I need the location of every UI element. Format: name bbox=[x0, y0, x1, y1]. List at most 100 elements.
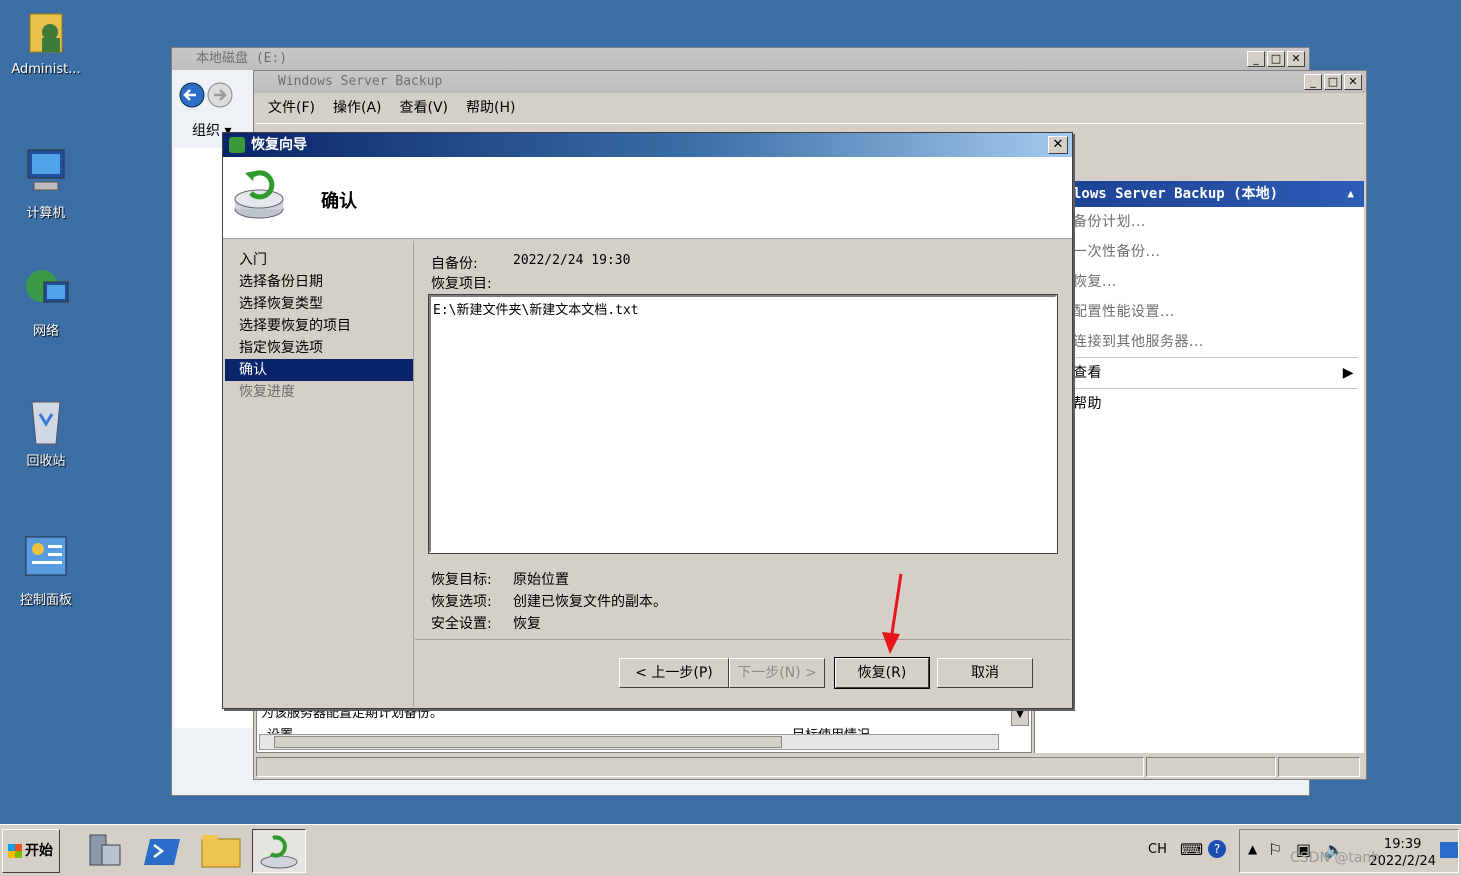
wsb-title-bar[interactable]: Windows Server Backup _ □ ✕ bbox=[254, 71, 1366, 93]
task-server-manager[interactable] bbox=[78, 829, 132, 873]
backup-icon bbox=[260, 835, 298, 869]
target-row: 恢复目标: 原始位置 bbox=[431, 569, 569, 589]
recovery-wizard-dialog[interactable]: 恢复向导 ✕ 确认 入门 选择备份日期 选择恢复类型 选择要恢复的项目 指定恢复… bbox=[222, 132, 1073, 709]
action-recover[interactable]: 恢复... bbox=[1073, 267, 1364, 297]
nav-buttons bbox=[176, 80, 248, 114]
wizard-steps: 入门 选择备份日期 选择恢复类型 选择要恢复的项目 指定恢复选项 确认 恢复进度 bbox=[225, 241, 414, 707]
step-recovery-options: 指定恢复选项 bbox=[239, 340, 323, 356]
options-label: 恢复选项: bbox=[431, 594, 492, 610]
help-icon[interactable]: ? bbox=[1208, 840, 1226, 858]
folder-icon bbox=[201, 835, 241, 868]
recovery-items-list[interactable]: E:\新建文件夹\新建文本文档.txt bbox=[428, 294, 1058, 554]
minimize-button[interactable]: _ bbox=[1247, 51, 1265, 67]
actions-pane: lows Server Backup (本地) ▲ 备份计划... 一次性备份..… bbox=[1034, 181, 1364, 753]
powershell-icon bbox=[144, 839, 180, 865]
menu-view[interactable]: 查看(V) bbox=[400, 95, 449, 121]
action-view[interactable]: 查看 ▶ bbox=[1073, 358, 1364, 388]
security-label: 安全设置: bbox=[431, 616, 492, 632]
next-button[interactable]: 下一步(N) > bbox=[729, 658, 825, 688]
actions-header[interactable]: lows Server Backup (本地) ▲ bbox=[1035, 181, 1364, 207]
menu-file[interactable]: 文件(F) bbox=[268, 95, 315, 121]
menu-action[interactable]: 操作(A) bbox=[333, 95, 382, 121]
status-bar bbox=[256, 757, 1364, 779]
watermark: CSDN @tanh bbox=[1290, 850, 1381, 866]
menu-help[interactable]: 帮助(H) bbox=[466, 95, 515, 121]
wsb-menubar: 文件(F) 操作(A) 查看(V) 帮助(H) bbox=[254, 95, 1366, 121]
taskbar: 开始 CH ⌨ ? ▲ ⚐ ▣ 🔈 19:39 2022/2/24 bbox=[0, 824, 1461, 876]
user-folder-icon bbox=[20, 6, 72, 58]
items-label: 恢复项目: bbox=[431, 276, 492, 292]
desktop-icon-administrator[interactable]: Administ... bbox=[0, 6, 92, 77]
items-row: 恢复项目: bbox=[431, 273, 492, 293]
network-icon bbox=[20, 264, 72, 316]
task-powershell[interactable] bbox=[136, 829, 190, 873]
desktop-icon-label: 网络 bbox=[32, 324, 59, 339]
desktop-icon-computer[interactable]: 计算机 bbox=[0, 146, 92, 221]
minimize-button[interactable]: _ bbox=[1304, 74, 1322, 90]
step-progress: 恢复进度 bbox=[239, 384, 295, 400]
step-select-date: 选择备份日期 bbox=[239, 274, 323, 290]
action-backup-schedule[interactable]: 备份计划... bbox=[1073, 207, 1364, 237]
computer-icon bbox=[20, 146, 72, 198]
backup-drive-icon bbox=[234, 170, 284, 219]
wsb-summary-pane: 为该服务器配置定期计划备份。 设置 目标使用情况 ▼ bbox=[256, 707, 1032, 753]
target-value: 原始位置 bbox=[513, 572, 569, 588]
backup-value: 2022/2/24 19:30 bbox=[513, 253, 631, 268]
list-item[interactable]: E:\新建文件夹\新建文本文档.txt bbox=[433, 299, 1053, 318]
action-center-flag-icon[interactable]: ⚐ bbox=[1268, 840, 1282, 859]
task-windows-server-backup[interactable] bbox=[252, 829, 306, 873]
desktop-icon-label: 计算机 bbox=[26, 206, 66, 221]
collapse-icon: ▲ bbox=[1347, 187, 1354, 200]
horizontal-scrollbar[interactable] bbox=[259, 734, 999, 750]
close-button[interactable]: ✕ bbox=[1344, 74, 1362, 90]
server-manager-icon bbox=[89, 834, 121, 866]
action-help[interactable]: 帮助 bbox=[1073, 389, 1364, 419]
show-hidden-icons-icon[interactable]: ▲ bbox=[1248, 842, 1257, 856]
security-row: 安全设置: 恢复 bbox=[431, 613, 541, 633]
action-configure-performance[interactable]: 配置性能设置... bbox=[1073, 297, 1364, 327]
annotation-arrow-icon bbox=[882, 573, 903, 654]
schedule-hint: 为该服务器配置定期计划备份。 bbox=[261, 707, 444, 721]
desktop-icon-label: Administ... bbox=[11, 62, 81, 77]
wizard-banner: 确认 bbox=[223, 157, 1072, 239]
action-backup-once[interactable]: 一次性备份... bbox=[1073, 237, 1364, 267]
wizard-title-bar[interactable]: 恢复向导 ✕ bbox=[223, 133, 1072, 157]
windows-logo-icon bbox=[8, 844, 22, 858]
action-connect-server[interactable]: 连接到其他服务器... bbox=[1073, 327, 1364, 357]
options-value: 创建已恢复文件的副本。 bbox=[513, 594, 667, 610]
control-panel-icon bbox=[20, 533, 72, 585]
explorer-title: 本地磁盘 (E:) bbox=[196, 51, 288, 66]
maximize-button[interactable]: □ bbox=[1324, 74, 1342, 90]
recycle-bin-icon bbox=[20, 394, 72, 446]
step-confirmation: 确认 bbox=[225, 359, 413, 381]
step-select-type: 选择恢复类型 bbox=[239, 296, 323, 312]
scroll-down-icon[interactable]: ▼ bbox=[1011, 708, 1029, 726]
step-select-items: 选择要恢复的项目 bbox=[239, 318, 351, 334]
desktop-icon-label: 回收站 bbox=[26, 454, 66, 469]
language-indicator[interactable]: CH bbox=[1148, 842, 1167, 857]
explorer-title-bar[interactable]: 本地磁盘 (E:) _ □ ✕ bbox=[172, 48, 1309, 70]
cancel-button[interactable]: 取消 bbox=[937, 658, 1033, 688]
start-button[interactable]: 开始 bbox=[2, 829, 60, 873]
show-desktop-icon[interactable] bbox=[1440, 842, 1458, 858]
wsb-title: Windows Server Backup bbox=[278, 74, 443, 89]
wizard-button-bar: < 上一步(P) 下一步(N) > 恢复(R) 取消 bbox=[415, 639, 1071, 707]
desktop-icon-network[interactable]: 网络 bbox=[0, 264, 92, 339]
backup-label: 自备份: bbox=[431, 256, 478, 272]
keyboard-icon[interactable]: ⌨ bbox=[1180, 840, 1203, 859]
wizard-content: 自备份: 2022/2/24 19:30 恢复项目: E:\新建文件夹\新建文本… bbox=[415, 241, 1071, 639]
desktop-icon-control-panel[interactable]: 控制面板 bbox=[0, 533, 92, 608]
recover-button[interactable]: 恢复(R) bbox=[834, 657, 930, 689]
maximize-button[interactable]: □ bbox=[1267, 51, 1285, 67]
desktop-icon-label: 控制面板 bbox=[19, 593, 72, 608]
wizard-close-button[interactable]: ✕ bbox=[1048, 136, 1068, 154]
wizard-heading: 确认 bbox=[321, 191, 357, 212]
wizard-app-icon bbox=[229, 137, 245, 153]
submenu-arrow-icon: ▶ bbox=[1342, 365, 1354, 381]
desktop-icon-recycle-bin[interactable]: 回收站 bbox=[0, 394, 92, 469]
close-button[interactable]: ✕ bbox=[1287, 51, 1305, 67]
task-explorer[interactable] bbox=[194, 829, 248, 873]
target-label: 恢复目标: bbox=[431, 572, 492, 588]
back-button[interactable]: < 上一步(P) bbox=[619, 658, 729, 688]
wizard-title: 恢复向导 bbox=[251, 137, 307, 153]
